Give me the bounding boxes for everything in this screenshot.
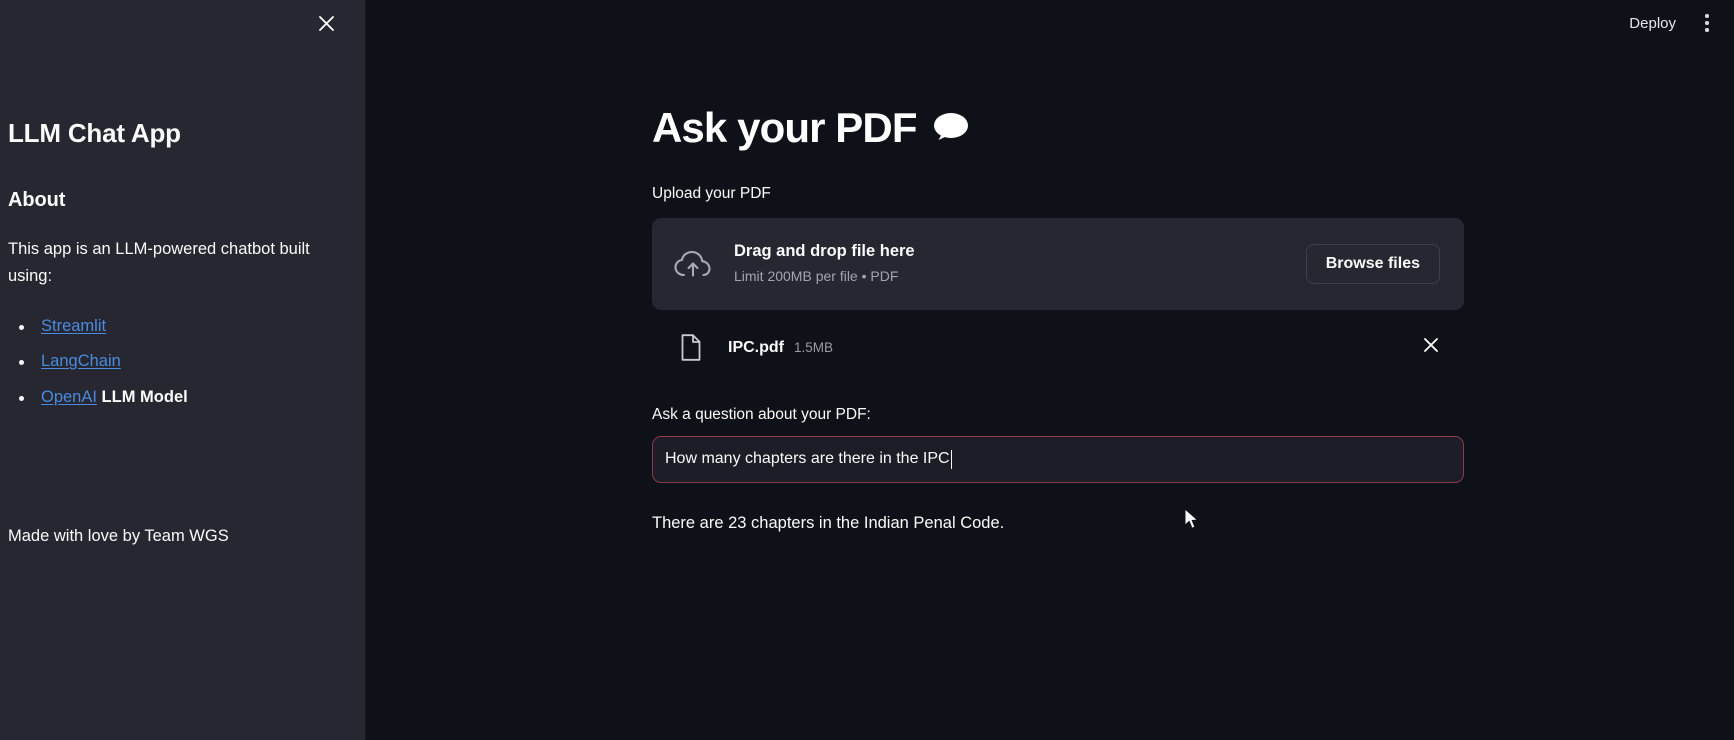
document-icon: [680, 334, 702, 361]
close-icon: [318, 15, 335, 32]
link-streamlit[interactable]: Streamlit: [41, 317, 106, 335]
deploy-button[interactable]: Deploy: [1619, 9, 1686, 38]
page-body: Ask your PDF Upload your PDF Drag and dr…: [652, 104, 1464, 536]
answer-text: There are 23 chapters in the Indian Pena…: [652, 513, 1005, 532]
question-field-label: Ask a question about your PDF:: [652, 405, 871, 423]
link-openai[interactable]: OpenAI: [41, 388, 97, 406]
text-caret: [950, 449, 953, 469]
top-toolbar: Deploy: [1619, 0, 1734, 46]
kebab-menu-icon[interactable]: [1692, 8, 1722, 38]
list-item: LangChain: [8, 349, 349, 374]
kebab-dot: [1705, 21, 1709, 25]
question-input[interactable]: How many chapters are there in the IPC: [652, 435, 1464, 483]
about-description: This app is an LLM-powered chatbot built…: [8, 240, 310, 285]
dropzone-texts: Drag and drop file here Limit 200MB per …: [734, 240, 1306, 287]
kebab-dot: [1705, 28, 1709, 32]
link-langchain[interactable]: LangChain: [41, 352, 121, 370]
page-title-text: Ask your PDF: [652, 104, 918, 151]
sidebar-content: LLM Chat App About This app is an LLM-po…: [8, 118, 349, 421]
main-content: Deploy Ask your PDF Upload your PDF Drag…: [366, 0, 1734, 740]
dropzone-limit: Limit 200MB per file • PDF: [734, 268, 899, 285]
sidebar-close-button[interactable]: [309, 6, 343, 40]
page-title: Ask your PDF: [652, 104, 1464, 152]
kebab-dot: [1705, 14, 1709, 18]
list-item: Streamlit: [8, 314, 349, 339]
file-dropzone[interactable]: Drag and drop file here Limit 200MB per …: [652, 217, 1464, 310]
browse-files-button[interactable]: Browse files: [1305, 243, 1440, 284]
remove-file-button[interactable]: [1416, 333, 1446, 363]
app-window: LLM Chat App About This app is an LLM-po…: [0, 0, 1734, 740]
file-size: 1.5MB: [794, 340, 834, 356]
uploaded-file-row: IPC.pdf 1.5MB: [652, 322, 1464, 374]
link-suffix-openai: LLM Model: [96, 388, 188, 407]
close-icon: [1423, 337, 1439, 358]
speech-balloon-icon: [933, 104, 969, 152]
file-name: IPC.pdf: [728, 338, 784, 356]
tech-link-list: Streamlit LangChain OpenAI LLM Model: [8, 314, 349, 410]
sidebar-footer-credit: Made with love by Team WGS: [8, 527, 229, 545]
sidebar: LLM Chat App About This app is an LLM-po…: [0, 0, 366, 740]
about-heading: About: [8, 189, 66, 212]
question-input-value: How many chapters are there in the IPC: [665, 450, 950, 468]
cloud-upload-icon: [674, 249, 718, 279]
dropzone-instruction: Drag and drop file here: [734, 242, 915, 261]
upload-field-label: Upload your PDF: [652, 185, 771, 203]
app-title: LLM Chat App: [8, 118, 181, 148]
list-item: OpenAI LLM Model: [8, 385, 349, 410]
